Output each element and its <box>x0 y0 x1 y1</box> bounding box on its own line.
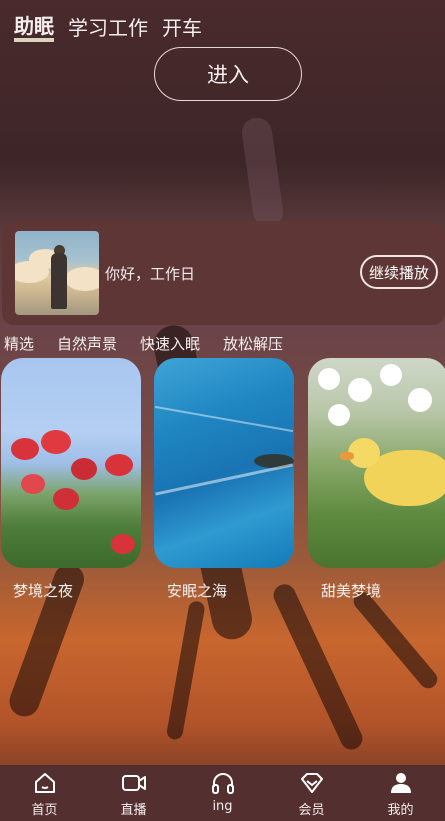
category-nature-sounds[interactable]: 自然声景 <box>57 333 117 355</box>
category-tabs: 精选 自然声景 快速入眠 放松解压 <box>4 333 306 355</box>
enter-button[interactable]: 进入 <box>154 47 302 101</box>
nav-live[interactable]: 直播 <box>89 765 178 821</box>
bottom-nav: 首页 直播 ing 会员 我的 <box>0 765 445 821</box>
user-icon <box>390 773 411 793</box>
nav-home[interactable]: 首页 <box>0 765 89 821</box>
headphones-icon <box>211 773 234 794</box>
card-title: 甜美梦境 <box>321 582 382 600</box>
card-title: 梦境之夜 <box>13 582 74 600</box>
nav-ing[interactable]: ing <box>178 765 267 821</box>
nav-mine[interactable]: 我的 <box>356 765 445 821</box>
tab-sleep-aid[interactable]: 助眠 <box>14 14 54 42</box>
home-icon <box>34 773 55 793</box>
nav-label: 我的 <box>387 803 414 818</box>
nav-label: 会员 <box>298 803 325 818</box>
card-dream-night[interactable] <box>1 358 141 568</box>
category-featured[interactable]: 精选 <box>4 333 34 355</box>
nav-label: ing <box>212 799 233 814</box>
nav-label: 首页 <box>31 803 58 818</box>
card-title: 安眠之海 <box>167 582 228 600</box>
diamond-icon <box>300 773 323 793</box>
card-sweet-dream[interactable] <box>308 358 445 568</box>
top-tab-bar: 助眠 学习工作 开车 <box>14 14 202 42</box>
category-relax[interactable]: 放松解压 <box>223 333 283 355</box>
tab-driving[interactable]: 开车 <box>162 14 202 42</box>
card-sleep-sea[interactable] <box>154 358 294 568</box>
track-thumbnail[interactable] <box>15 231 99 315</box>
continue-play-button[interactable]: 继续播放 <box>360 255 438 289</box>
category-fast-sleep[interactable]: 快速入眠 <box>140 333 200 355</box>
mini-player: 你好，工作日 继续播放 <box>2 221 445 325</box>
player-greeting: 你好，工作日 <box>105 265 196 283</box>
nav-vip[interactable]: 会员 <box>267 765 356 821</box>
tab-study-work[interactable]: 学习工作 <box>68 14 148 42</box>
nav-label: 直播 <box>120 803 147 818</box>
video-camera-icon <box>121 775 146 791</box>
